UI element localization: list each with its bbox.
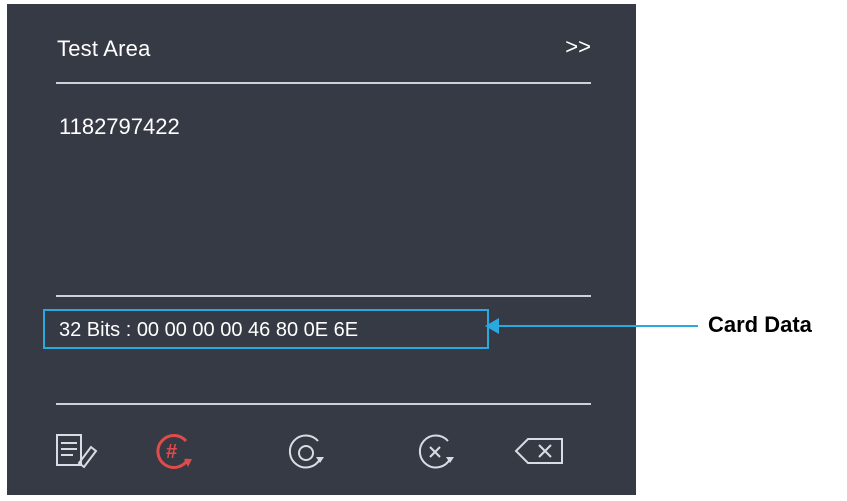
card-data-box: 32 Bits : 00 00 00 00 46 80 0E 6E bbox=[43, 309, 489, 349]
hash-refresh-icon[interactable]: # bbox=[148, 429, 200, 473]
edit-document-icon[interactable] bbox=[51, 429, 103, 473]
panel-title: Test Area bbox=[57, 36, 151, 61]
divider-bottom bbox=[56, 403, 591, 405]
card-data-text: 32 Bits : 00 00 00 00 46 80 0E 6E bbox=[59, 319, 359, 341]
annotation-line bbox=[488, 325, 698, 327]
test-area-panel: Test Area >> 1182797422 32 Bits : 00 00 … bbox=[7, 4, 636, 495]
annotation-label: Card Data bbox=[708, 312, 812, 337]
rotate-reset-icon[interactable] bbox=[278, 429, 330, 473]
test-value: 1182797422 bbox=[59, 114, 180, 139]
divider-top bbox=[56, 82, 591, 84]
backspace-icon[interactable] bbox=[508, 429, 563, 473]
svg-text:#: # bbox=[166, 441, 177, 463]
cancel-rotate-icon[interactable] bbox=[408, 429, 460, 473]
expand-button[interactable]: >> bbox=[565, 34, 591, 60]
divider-middle bbox=[56, 295, 591, 297]
